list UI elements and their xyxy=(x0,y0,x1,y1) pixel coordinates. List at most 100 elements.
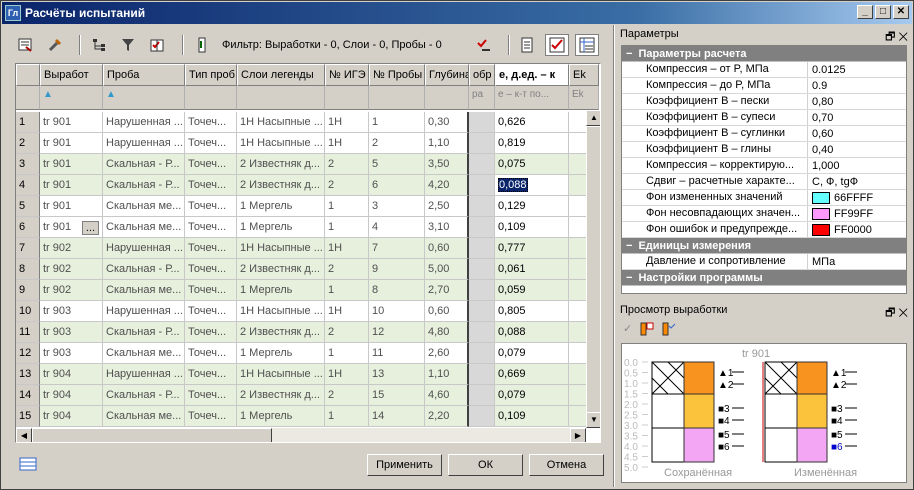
filter-cell-1[interactable]: ▲ xyxy=(40,86,103,110)
table-cell[interactable]: 1 Мергель xyxy=(237,280,325,301)
table-cell[interactable] xyxy=(469,196,495,217)
table-row[interactable]: 12 tr 903 Скальная ме... Точеч... 1 Мергель 1… xyxy=(16,343,599,364)
table-cell[interactable]: 0,60 xyxy=(425,238,469,259)
table-cell[interactable]: tr 903 xyxy=(40,301,103,322)
table-cell[interactable]: 1Н Насыпные ... xyxy=(237,238,325,259)
table-cell[interactable]: Точеч... xyxy=(185,175,237,196)
table-cell[interactable]: 2 Известняк д... xyxy=(237,259,325,280)
table-cell[interactable]: tr 904 xyxy=(40,385,103,406)
ok-button[interactable]: ОК xyxy=(448,454,523,476)
vertical-scroll-thumb[interactable] xyxy=(586,126,600,416)
property-value[interactable]: FF99FF xyxy=(808,206,906,221)
table-cell[interactable]: 2 Известняк д... xyxy=(237,154,325,175)
table-cell[interactable]: 13 xyxy=(16,364,40,385)
table-cell[interactable] xyxy=(469,217,495,238)
table-cell[interactable]: Нарушенная ... xyxy=(103,364,185,385)
table-row[interactable]: 10 tr 903 Нарушенная ... Точеч... 1Н Насыпны… xyxy=(16,301,599,322)
table-cell[interactable]: 4,80 xyxy=(425,322,469,343)
table-cell[interactable]: 1Н xyxy=(325,364,369,385)
table-cell[interactable]: 0,129 xyxy=(495,196,569,217)
column-header-6[interactable]: № Пробы xyxy=(369,64,425,86)
table-cell[interactable]: 12 xyxy=(16,343,40,364)
table-cell[interactable]: 1,10 xyxy=(425,133,469,154)
table-cell[interactable] xyxy=(469,301,495,322)
column-header-1[interactable]: Выработ xyxy=(40,64,103,86)
table-cell[interactable]: tr 902 xyxy=(40,259,103,280)
filter-cell-0[interactable] xyxy=(16,86,40,110)
table-cell[interactable]: Точеч... xyxy=(185,217,237,238)
section-units[interactable]: − Единицы измерения xyxy=(622,238,906,254)
table-cell[interactable]: tr 904 xyxy=(40,364,103,385)
table-row[interactable]: 6 tr 901... Скальная ме... Точеч... 1 Мергел… xyxy=(16,217,599,238)
grid-layout-icon[interactable] xyxy=(19,457,37,474)
table-cell[interactable]: 15 xyxy=(16,406,40,427)
table-cell[interactable]: tr 901 xyxy=(40,154,103,175)
table-cell[interactable]: Скальная ме... xyxy=(103,406,185,427)
table-cell[interactable]: 1 xyxy=(325,406,369,427)
table-cell[interactable]: 1 xyxy=(369,112,425,133)
property-value[interactable]: 0,70 xyxy=(808,110,906,125)
table-cell[interactable]: tr 902 xyxy=(40,280,103,301)
filter-cell-6[interactable] xyxy=(369,86,425,110)
horizontal-scrollbar[interactable]: ◀ ▶ xyxy=(16,428,586,442)
table-cell[interactable]: tr 901 xyxy=(40,175,103,196)
table-cell[interactable]: 9 xyxy=(16,280,40,301)
table-cell[interactable]: 2 xyxy=(325,385,369,406)
column-header-3[interactable]: Тип проб xyxy=(185,64,237,86)
collapse-icon[interactable]: − xyxy=(626,48,632,60)
tools-icon[interactable] xyxy=(43,34,67,56)
minimize-button[interactable]: _ xyxy=(857,5,873,19)
table-cell[interactable]: Нарушенная ... xyxy=(103,238,185,259)
table-cell[interactable]: 0,109 xyxy=(495,406,569,427)
table-row[interactable]: 15 tr 904 Скальная ме... Точеч... 1 Мергель 1… xyxy=(16,406,599,427)
scroll-down-icon[interactable]: ▼ xyxy=(586,412,600,428)
table-cell[interactable]: 10 xyxy=(369,301,425,322)
table-cell[interactable]: 7 xyxy=(369,238,425,259)
table-cell[interactable]: 14 xyxy=(16,385,40,406)
table-cell[interactable]: tr 901 xyxy=(40,133,103,154)
table-cell[interactable]: 7 xyxy=(16,238,40,259)
table-cell[interactable]: 1 Мергель xyxy=(237,343,325,364)
table-cell[interactable]: 4 xyxy=(369,217,425,238)
table-cell[interactable]: tr 904 xyxy=(40,406,103,427)
table-cell[interactable] xyxy=(469,112,495,133)
table-cell[interactable]: Скальная - Р... xyxy=(103,259,185,280)
section-calc-params[interactable]: − Параметры расчета xyxy=(622,46,906,62)
table-cell[interactable]: Точеч... xyxy=(185,112,237,133)
ellipsis-button[interactable]: ... xyxy=(81,221,99,235)
column-header-9[interactable]: е, д.ед. – к xyxy=(495,64,569,86)
table-row[interactable]: 7 tr 902 Нарушенная ... Точеч... 1Н Насыпные… xyxy=(16,238,599,259)
table-cell[interactable]: tr 902 xyxy=(40,238,103,259)
table-cell[interactable]: 2 xyxy=(325,154,369,175)
table-cell[interactable]: 0,109 xyxy=(495,217,569,238)
property-row[interactable]: Коэффициент В – суглинки 0,60 xyxy=(622,126,906,142)
property-row[interactable]: Компрессия – от P, МПа 0.0125 xyxy=(622,62,906,78)
table-cell[interactable]: 1Н Насыпные ... xyxy=(237,112,325,133)
table-cell[interactable] xyxy=(469,238,495,259)
column-header-4[interactable]: Слои легенды xyxy=(237,64,325,86)
table-cell[interactable]: 2 Известняк д... xyxy=(237,175,325,196)
table-cell[interactable]: 1 xyxy=(16,112,40,133)
property-row[interactable]: Коэффициент В – глины 0,40 xyxy=(622,142,906,158)
table-cell[interactable]: 0,079 xyxy=(495,343,569,364)
table-cell[interactable]: 0,805 xyxy=(495,301,569,322)
table-cell[interactable] xyxy=(469,343,495,364)
table-row[interactable]: 11 tr 903 Скальная - Р... Точеч... 2 Известн… xyxy=(16,322,599,343)
table-cell[interactable]: Скальная - Р... xyxy=(103,175,185,196)
property-value[interactable]: 66FFFF xyxy=(808,190,906,205)
table-cell[interactable]: 1 Мергель xyxy=(237,406,325,427)
table-cell[interactable]: 0,777 xyxy=(495,238,569,259)
table-cell[interactable]: Нарушенная ... xyxy=(103,301,185,322)
table-cell[interactable]: 1Н xyxy=(325,301,369,322)
table-cell[interactable] xyxy=(469,175,495,196)
close-button[interactable]: ✕ xyxy=(893,5,909,19)
vertical-scrollbar[interactable]: ▲ ▼ xyxy=(586,110,600,428)
property-row[interactable]: Компрессия – до P, МПа 0.9 xyxy=(622,78,906,94)
table-cell[interactable]: Точеч... xyxy=(185,238,237,259)
table-cell[interactable]: 13 xyxy=(369,364,425,385)
table-cell[interactable]: 11 xyxy=(369,343,425,364)
table-cell[interactable]: 0,059 xyxy=(495,280,569,301)
column-header-0[interactable] xyxy=(16,64,40,86)
table-cell[interactable]: 0,669 xyxy=(495,364,569,385)
table-cell[interactable]: 4 xyxy=(16,175,40,196)
